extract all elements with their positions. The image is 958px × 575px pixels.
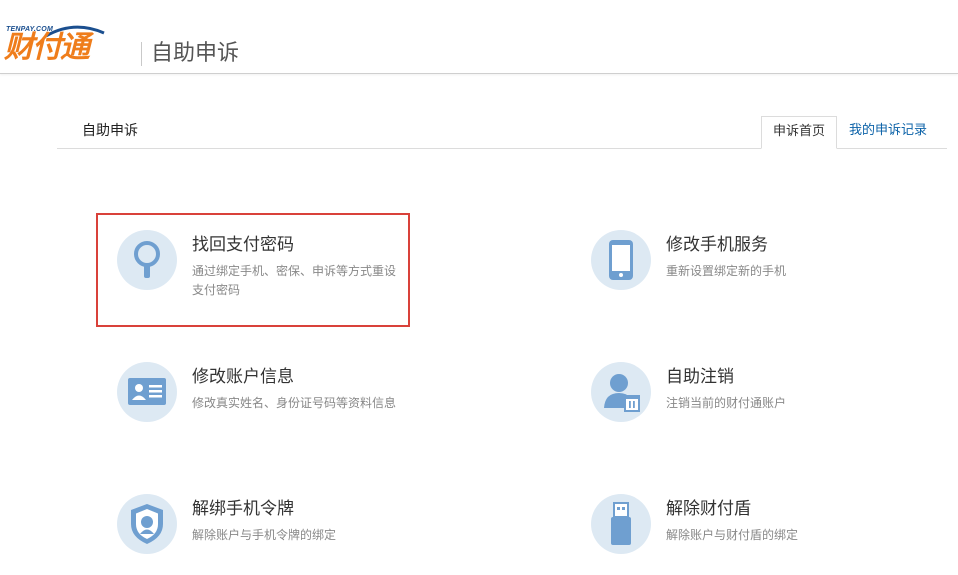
section-title: 自助申诉 bbox=[82, 123, 138, 139]
shield-token-icon bbox=[117, 494, 177, 554]
service-change-mobile[interactable]: 修改手机服务 重新设置绑定新的手机 bbox=[591, 230, 911, 310]
service-desc: 重新设置绑定新的手机 bbox=[666, 264, 787, 278]
mobile-phone-icon bbox=[591, 230, 651, 290]
service-desc: 解除账户与手机令牌的绑定 bbox=[192, 528, 337, 542]
service-desc: 修改真实姓名、身份证号码等资料信息 bbox=[192, 396, 397, 410]
service-title[interactable]: 找回支付密码 bbox=[192, 234, 294, 256]
id-card-icon bbox=[117, 362, 177, 422]
service-title[interactable]: 解除财付盾 bbox=[666, 498, 751, 520]
tab-appeal-home[interactable]: 申诉首页 bbox=[761, 116, 837, 149]
service-desc: 通过绑定手机、密保、申诉等方式重设支付密码 bbox=[192, 264, 397, 297]
service-find-password[interactable]: 找回支付密码 通过绑定手机、密保、申诉等方式重设支付密码 bbox=[117, 230, 437, 310]
tenpay-logo[interactable]: TENPAY.COM 财付通 bbox=[4, 25, 128, 68]
usb-key-icon bbox=[591, 494, 651, 554]
logo-wordmark: 财付通 bbox=[4, 30, 90, 65]
service-self-cancel[interactable]: 自助注销 注销当前的财付通账户 bbox=[591, 362, 911, 442]
header-divider bbox=[141, 42, 142, 66]
service-modify-account[interactable]: 修改账户信息 修改真实姓名、身份证号码等资料信息 bbox=[117, 362, 437, 442]
service-title[interactable]: 自助注销 bbox=[666, 366, 734, 388]
service-remove-shield[interactable]: 解除财付盾 解除账户与财付盾的绑定 bbox=[591, 494, 911, 574]
service-title[interactable]: 修改账户信息 bbox=[192, 366, 294, 388]
magnifier-icon bbox=[117, 230, 177, 290]
service-title[interactable]: 修改手机服务 bbox=[666, 234, 768, 256]
section-bar: 自助申诉 申诉首页 我的申诉记录 bbox=[57, 116, 947, 149]
page-title: 自助申诉 bbox=[151, 41, 240, 66]
service-desc: 注销当前的财付通账户 bbox=[666, 396, 787, 410]
service-title[interactable]: 解绑手机令牌 bbox=[192, 498, 294, 520]
service-desc: 解除账户与财付盾的绑定 bbox=[666, 528, 799, 542]
top-header: TENPAY.COM 财付通 自助申诉 bbox=[0, 0, 958, 74]
service-unbind-token[interactable]: 解绑手机令牌 解除账户与手机令牌的绑定 bbox=[117, 494, 437, 574]
user-delete-icon bbox=[591, 362, 651, 422]
tab-my-appeal-records[interactable]: 我的申诉记录 bbox=[843, 116, 933, 148]
